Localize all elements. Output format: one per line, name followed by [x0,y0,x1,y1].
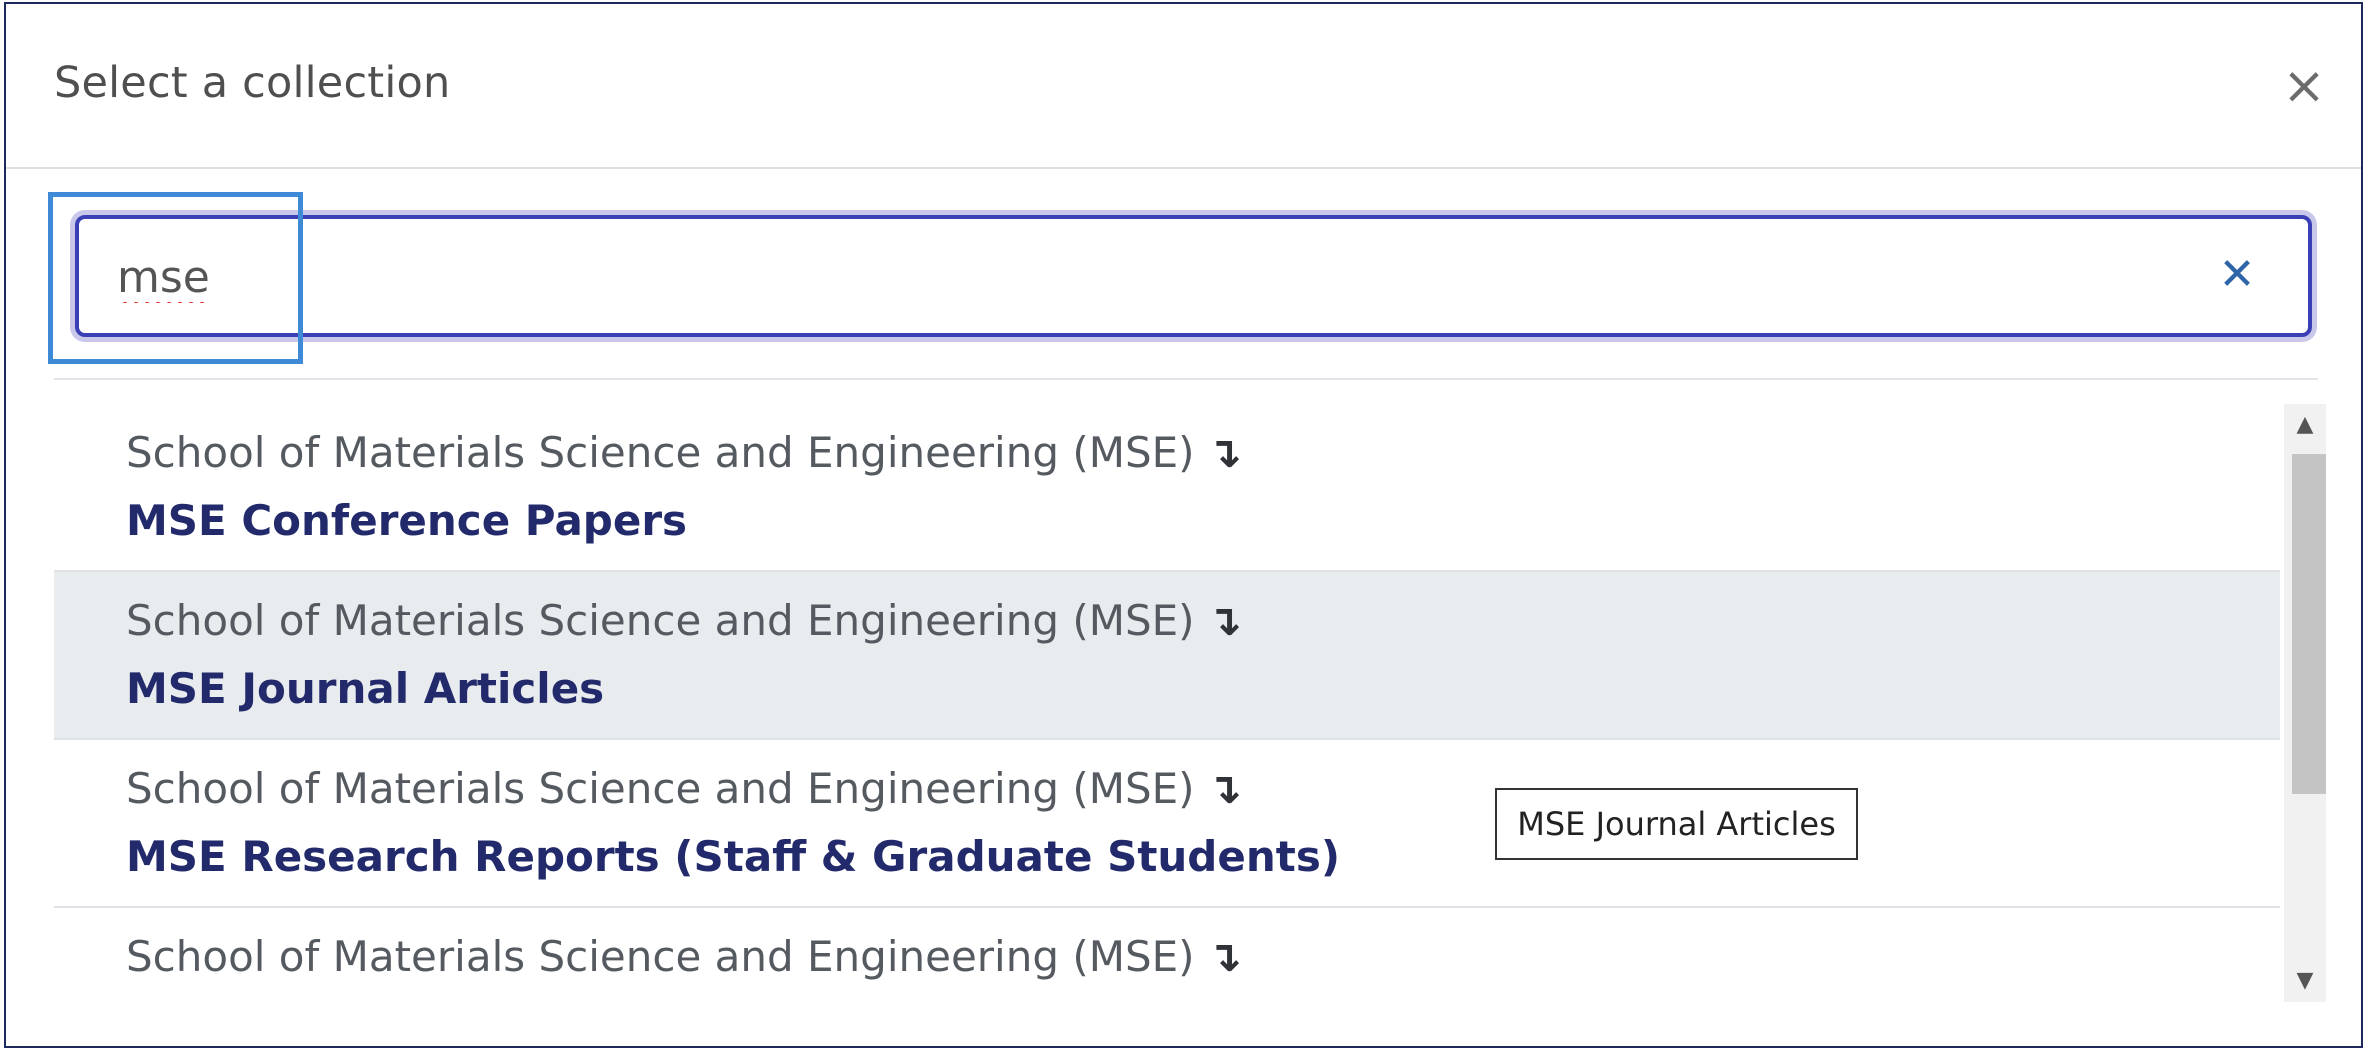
list-item[interactable]: School of Materials Science and Engineer… [54,740,2280,908]
parent-label: School of Materials Science and Engineer… [126,764,1195,813]
arrow-down-right-icon: ↴ [1206,428,1242,477]
list-item[interactable]: School of Materials Science and Engineer… [54,572,2280,740]
search-field[interactable]: ✕ [75,215,2312,337]
clear-icon[interactable]: ✕ [2209,247,2265,303]
scroll-up-arrow-icon[interactable]: ▲ [2284,404,2326,446]
results-list: School of Materials Science and Engineer… [54,404,2280,1002]
collection-name: MSE Journal Articles [126,664,605,713]
tooltip: MSE Journal Articles [1495,788,1858,860]
parent-label: School of Materials Science and Engineer… [126,932,1195,981]
dialog-title: Select a collection [54,58,451,108]
list-item[interactable]: School of Materials Science and Engineer… [54,404,2280,572]
parent-label: School of Materials Science and Engineer… [126,596,1195,645]
search-input[interactable] [115,241,2169,313]
close-icon[interactable]: × [2274,56,2334,116]
arrow-down-right-icon: ↴ [1206,932,1242,981]
list-item[interactable]: School of Materials Science and Engineer… [54,908,2280,1002]
results-scrollbar[interactable]: ▲ ▼ [2284,404,2326,1002]
parent-community: School of Materials Science and Engineer… [126,764,1242,813]
dialog-header: Select a collection × [6,4,2361,169]
divider [54,378,2318,380]
arrow-down-right-icon: ↴ [1206,764,1242,813]
collection-dialog: Select a collection × ✕ School of Materi… [4,2,2363,1048]
parent-community: School of Materials Science and Engineer… [126,428,1242,477]
collection-name: MSE Conference Papers [126,496,688,545]
parent-label: School of Materials Science and Engineer… [126,428,1195,477]
parent-community: School of Materials Science and Engineer… [126,596,1242,645]
scroll-thumb[interactable] [2292,454,2326,794]
parent-community: School of Materials Science and Engineer… [126,932,1242,981]
scroll-down-arrow-icon[interactable]: ▼ [2284,960,2326,1002]
collection-name: MSE Research Reports (Staff & Graduate S… [126,832,1341,881]
arrow-down-right-icon: ↴ [1206,596,1242,645]
